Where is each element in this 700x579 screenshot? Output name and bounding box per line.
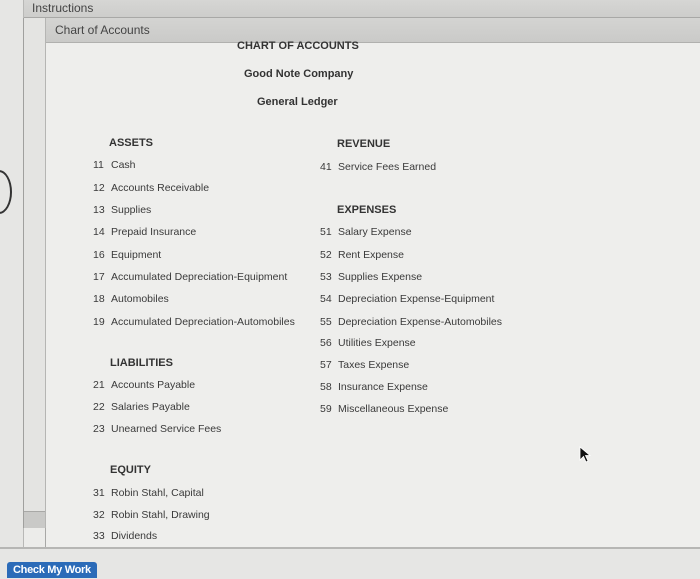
account-number: 19 (93, 316, 105, 328)
check-my-work-button[interactable]: Check My Work (7, 562, 97, 578)
account-item: 58 Insurance Expense (320, 381, 428, 393)
assets-heading: ASSETS (109, 137, 154, 149)
account-item: 55 Depreciation Expense-Automobiles (320, 316, 502, 328)
account-name: Prepaid Insurance (111, 226, 197, 238)
account-name: Rent Expense (338, 249, 404, 261)
account-name: Unearned Service Fees (111, 423, 222, 435)
mouse-cursor-icon (579, 446, 592, 463)
account-name: Salary Expense (338, 226, 412, 238)
account-number: 54 (320, 293, 332, 305)
account-item: 22 Salaries Payable (93, 401, 190, 413)
account-name: Supplies (111, 204, 152, 216)
account-item: 53 Supplies Expense (320, 271, 422, 283)
left-edge-circle-icon (0, 170, 12, 214)
chart-of-accounts-tab[interactable]: Chart of Accounts (46, 18, 700, 43)
account-item: 32 Robin Stahl, Drawing (93, 509, 210, 521)
account-name: Service Fees Earned (338, 161, 437, 173)
account-number: 32 (93, 509, 105, 521)
account-number: 14 (93, 226, 105, 238)
account-number: 56 (320, 337, 332, 349)
account-item: 16 Equipment (93, 249, 161, 261)
account-number: 22 (93, 401, 105, 413)
account-name: Cash (111, 159, 136, 171)
ledger-name: General Ledger (257, 96, 338, 108)
equity-heading: EQUITY (110, 464, 151, 476)
liabilities-heading: LIABILITIES (110, 357, 173, 369)
account-number: 41 (320, 161, 332, 173)
expenses-heading: EXPENSES (337, 204, 397, 216)
account-number: 53 (320, 271, 332, 283)
account-number: 23 (93, 423, 105, 435)
account-item: 21 Accounts Payable (93, 379, 195, 391)
account-name: Accounts Payable (111, 379, 196, 391)
revenue-heading: REVENUE (337, 138, 391, 150)
account-number: 18 (93, 293, 105, 305)
account-item: 52 Rent Expense (320, 249, 404, 261)
account-name: Depreciation Expense-Equipment (338, 293, 495, 305)
account-name: Taxes Expense (338, 359, 410, 371)
account-item: 17 Accumulated Depreciation-Equipment (93, 271, 287, 283)
account-item: 19 Accumulated Depreciation-Automobiles (93, 316, 295, 328)
account-number: 21 (93, 379, 105, 391)
account-number: 51 (320, 226, 332, 238)
account-item: 54 Depreciation Expense-Equipment (320, 293, 494, 305)
account-number: 58 (320, 381, 332, 393)
account-name: Accumulated Depreciation-Automobiles (111, 316, 295, 328)
account-item: 23 Unearned Service Fees (93, 423, 221, 435)
left-scrollbar[interactable] (23, 18, 46, 528)
account-name: Robin Stahl, Capital (111, 487, 204, 499)
account-name: Robin Stahl, Drawing (111, 509, 210, 521)
account-name: Miscellaneous Expense (338, 403, 449, 415)
account-number: 31 (93, 487, 105, 499)
account-number: 11 (93, 159, 104, 171)
page-title: CHART OF ACCOUNTS (237, 40, 359, 52)
account-item: 59 Miscellaneous Expense (320, 403, 448, 415)
account-name: Automobiles (111, 293, 169, 305)
account-number: 12 (93, 182, 105, 194)
account-number: 59 (320, 403, 332, 415)
account-number: 55 (320, 316, 332, 328)
account-number: 17 (93, 271, 105, 283)
account-number: 16 (93, 249, 105, 261)
account-number: 13 (93, 204, 105, 216)
account-number: 33 (93, 530, 105, 542)
account-name: Insurance Expense (338, 381, 428, 393)
account-name: Utilities Expense (338, 337, 416, 349)
account-item: 41 Service Fees Earned (320, 161, 436, 173)
account-name: Dividends (111, 530, 158, 542)
company-name: Good Note Company (244, 68, 354, 80)
account-item: 56 Utilities Expense (320, 337, 416, 349)
account-number: 52 (320, 249, 332, 261)
instructions-header[interactable]: Instructions (24, 0, 700, 18)
account-name: Salaries Payable (111, 401, 190, 413)
scrollbar-thumb[interactable] (24, 511, 45, 528)
panel-bottom-divider (0, 547, 700, 549)
account-item: 13 Supplies (93, 204, 151, 216)
account-item: 12 Accounts Receivable (93, 182, 209, 194)
account-name: Depreciation Expense-Automobiles (338, 316, 503, 328)
account-item: 11 Cash (93, 159, 136, 171)
account-item: 33 Dividends (93, 530, 157, 542)
account-item: 31 Robin Stahl, Capital (93, 487, 204, 499)
account-name: Supplies Expense (338, 271, 423, 283)
account-name: Accounts Receivable (111, 182, 210, 194)
account-item: 57 Taxes Expense (320, 359, 409, 371)
account-name: Equipment (111, 249, 162, 261)
account-item: 18 Automobiles (93, 293, 169, 305)
account-number: 57 (320, 359, 332, 371)
account-name: Accumulated Depreciation-Equipment (111, 271, 288, 283)
account-item: 14 Prepaid Insurance (93, 226, 196, 238)
account-item: 51 Salary Expense (320, 226, 412, 238)
